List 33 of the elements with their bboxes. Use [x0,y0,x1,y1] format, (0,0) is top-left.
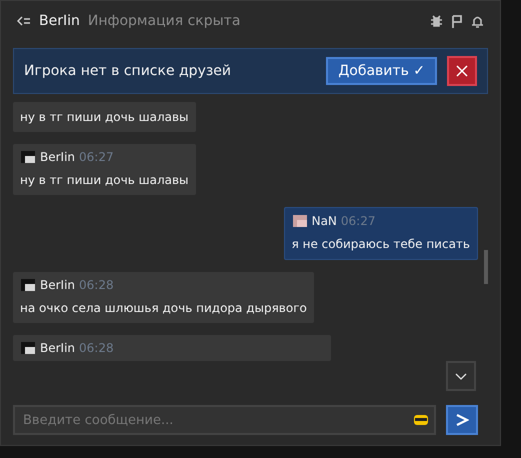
message-time: 06:27 [79,149,114,166]
send-button[interactable] [446,405,478,435]
message-time: 06:27 [340,213,376,230]
author-name: BerIin [40,340,76,357]
chevron-down-icon [455,372,467,380]
avatar-icon [20,278,36,292]
message-time: 06:28 [79,277,114,294]
message-text: на очко села шлюшья дочь пидора дырявого [20,300,307,317]
contact-name: BerIin [39,12,80,30]
message-input[interactable]: Введите сообщение... [13,405,436,435]
scroll-down-button[interactable] [446,361,476,391]
close-icon [456,65,468,77]
back-icon[interactable] [17,16,31,26]
author-name: BerIin [40,149,76,166]
message-text: ну в тг пиши дочь шалавы [20,172,189,189]
add-button[interactable]: Добавить ✓ [326,57,437,85]
contact-subtitle: Информация скрыта [88,12,240,30]
author-name: NaN [312,213,337,230]
author-name: BerIin [40,277,76,294]
message-time: 06:28 [79,340,114,357]
avatar-icon [20,150,36,164]
flag-icon[interactable] [451,14,463,28]
scrollbar-thumb[interactable] [484,250,488,284]
send-icon [455,414,469,426]
avatar-icon [292,214,308,228]
message-text: я не собираюсь тебе писать [292,236,470,253]
bug-icon[interactable] [430,14,443,28]
bell-icon[interactable] [471,14,484,28]
message-text: ну в тг пиши дочь шалавы [20,109,189,126]
close-button[interactable] [447,56,477,86]
banner-text: Игрока нет в списке друзей [24,62,232,80]
avatar-icon [20,341,36,355]
emoji-icon[interactable] [414,413,428,427]
